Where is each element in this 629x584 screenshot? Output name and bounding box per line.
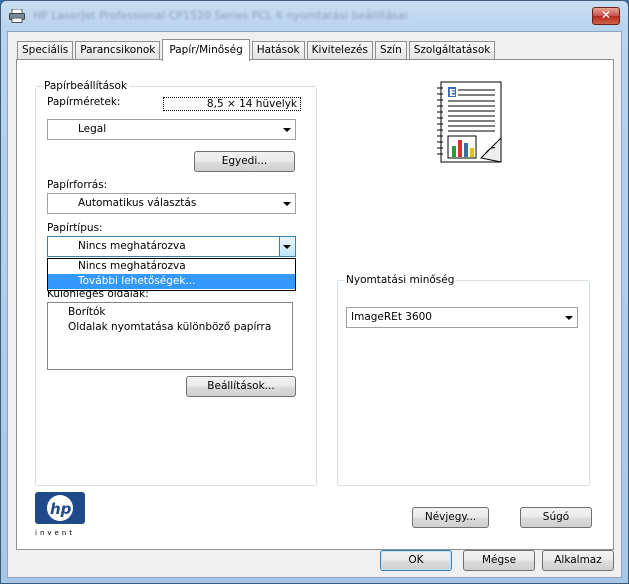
paper-settings-title: Papírbeállítások xyxy=(42,80,130,92)
ok-button[interactable]: OK xyxy=(380,550,452,571)
tab-advanced[interactable]: Speciális xyxy=(17,41,74,60)
dropdown-button[interactable] xyxy=(279,237,295,256)
chevron-down-icon xyxy=(565,316,573,320)
chevron-down-icon xyxy=(283,245,291,249)
special-pages-settings-button[interactable]: Beállítások... xyxy=(186,376,296,397)
print-quality-select[interactable]: ImageREt 3600 xyxy=(346,307,578,328)
about-button[interactable]: Névjegy... xyxy=(412,507,489,528)
apply-button[interactable]: Alkalmaz xyxy=(542,550,614,571)
paper-size-dimensions: 8,5 × 14 hüvelyk xyxy=(163,97,301,111)
print-quality-value: ImageREt 3600 xyxy=(351,311,432,323)
dialog-client: Speciális Parancsikonok Papír/Minőség Ha… xyxy=(7,31,622,578)
paper-type-dropdown: Nincs meghatározva További lehetőségek..… xyxy=(47,258,296,291)
special-pages-list[interactable]: Borítók Oldalak nyomtatása különböző pap… xyxy=(47,302,293,370)
paper-type-select[interactable]: Nincs meghatározva xyxy=(47,236,296,257)
tab-paper-quality[interactable]: Papír/Minőség xyxy=(162,39,250,61)
tab-panel: Papírbeállítások Papírméretek: 8,5 × 14 … xyxy=(16,59,614,550)
printer-icon xyxy=(9,9,25,23)
print-quality-title: Nyomtatási minőség xyxy=(344,274,457,286)
tab-shortcuts[interactable]: Parancsikonok xyxy=(75,41,161,60)
chevron-down-icon xyxy=(283,128,291,132)
list-item[interactable]: Oldalak nyomtatása különböző papírra xyxy=(68,320,292,335)
paper-source-label: Papírforrás: xyxy=(47,179,108,191)
tab-color[interactable]: Szín xyxy=(374,41,407,60)
list-item[interactable]: Borítók xyxy=(68,305,292,320)
dialog-window: HP LaserJet Professional CP1520 Series P… xyxy=(0,0,629,584)
window-title: HP LaserJet Professional CP1520 Series P… xyxy=(33,9,408,22)
hp-logo-mark: hp xyxy=(35,492,85,524)
tab-effects[interactable]: Hatások xyxy=(251,41,305,60)
hp-logo: hp invent xyxy=(35,492,85,537)
svg-text:E: E xyxy=(449,88,456,99)
tab-strip: Speciális Parancsikonok Papír/Minőség Ha… xyxy=(17,38,497,61)
close-button[interactable]: ✕ xyxy=(592,7,620,25)
chevron-down-icon xyxy=(283,202,291,206)
hp-logo-tagline: invent xyxy=(35,529,76,537)
paper-size-label: Papírméretek: xyxy=(47,96,121,108)
tab-services[interactable]: Szolgáltatások xyxy=(408,41,496,60)
paper-type-option-none[interactable]: Nincs meghatározva xyxy=(48,259,295,274)
paper-source-select[interactable]: Automatikus választás xyxy=(47,193,296,214)
svg-text:hp: hp xyxy=(50,500,72,518)
paper-size-select[interactable]: Legal xyxy=(47,119,296,140)
help-button[interactable]: Súgó xyxy=(520,507,592,528)
custom-size-button[interactable]: Egyedi... xyxy=(194,151,295,172)
paper-type-option-more[interactable]: További lehetőségek... xyxy=(48,274,295,289)
tab-finishing[interactable]: Kivitelezés xyxy=(306,41,373,60)
document-preview-icon: E xyxy=(437,81,502,163)
paper-size-value: Legal xyxy=(78,123,107,135)
title-bar[interactable]: HP LaserJet Professional CP1520 Series P… xyxy=(1,1,628,31)
paper-type-value: Nincs meghatározva xyxy=(78,240,186,252)
cancel-button[interactable]: Mégse xyxy=(463,550,535,571)
paper-type-label: Papírtípus: xyxy=(47,222,103,234)
paper-source-value: Automatikus választás xyxy=(78,197,197,209)
